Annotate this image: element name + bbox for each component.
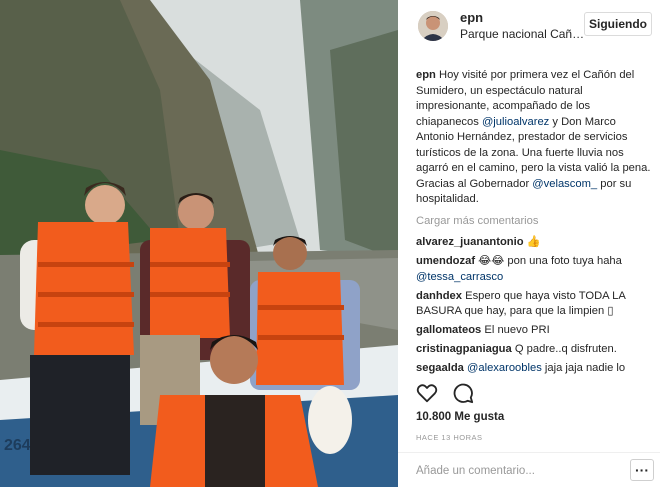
post-photo[interactable]: 264 bbox=[0, 0, 398, 487]
post-header: epn Parque nacional Cañón del Sumidero S… bbox=[398, 0, 660, 52]
caption-mention[interactable]: @julioalvarez bbox=[482, 116, 549, 128]
comment-text: Q padre..q disfruten. bbox=[511, 343, 617, 355]
comment-mention[interactable]: @alexaroobles bbox=[467, 362, 542, 374]
following-button[interactable]: Siguiendo bbox=[584, 12, 652, 36]
caption-username[interactable]: epn bbox=[416, 69, 436, 81]
post-side-panel: epn Parque nacional Cañón del Sumidero S… bbox=[398, 0, 660, 487]
comment: danhdex Espero que haya visto TODA LA BA… bbox=[416, 289, 656, 320]
instagram-post: 264 epn Parque nacional Cañón Siguiendo … bbox=[0, 0, 660, 487]
location-link[interactable]: Parque nacional Cañón del Sumidero bbox=[460, 26, 585, 43]
comment: umendozaf 😂😂 pon una foto tuya haha @tes… bbox=[416, 254, 656, 285]
svg-text:264: 264 bbox=[4, 437, 31, 454]
comment-text: 😂😂 pon una foto tuya haha bbox=[475, 255, 622, 267]
add-comment-bar: ··· bbox=[398, 452, 660, 487]
caption-mention[interactable]: @velascom_ bbox=[532, 178, 597, 190]
comment: gallomateos El nuevo PRI bbox=[416, 323, 656, 339]
comment-text: jaja jaja nadie lo bbox=[541, 362, 626, 374]
heart-icon[interactable] bbox=[416, 382, 438, 404]
comment: alvarez_juanantonio 👍 bbox=[416, 235, 656, 251]
comment: segaalda @alexaroobles jaja jaja nadie l… bbox=[416, 361, 656, 377]
comment-username[interactable]: segaalda bbox=[416, 362, 464, 374]
comment-username[interactable]: gallomateos bbox=[416, 324, 481, 336]
comment-icon[interactable] bbox=[452, 382, 474, 404]
more-options-button[interactable]: ··· bbox=[630, 459, 654, 481]
load-more-comments-link[interactable]: Cargar más comentarios bbox=[416, 214, 656, 230]
comment-username[interactable]: cristinagpaniagua bbox=[416, 343, 512, 355]
comment-username[interactable]: alvarez_juanantonio bbox=[416, 236, 524, 248]
avatar[interactable] bbox=[418, 11, 448, 41]
post-timestamp: HACE 13 HORAS bbox=[416, 433, 483, 442]
post-actions bbox=[416, 382, 488, 404]
comment-text: El nuevo PRI bbox=[481, 324, 550, 336]
add-comment-input[interactable] bbox=[416, 461, 606, 481]
comment: cristinagpaniagua Q padre..q disfruten. bbox=[416, 342, 656, 358]
likes-count[interactable]: 10.800 Me gusta bbox=[416, 411, 504, 423]
post-caption: epn Hoy visité por primera vez el Cañón … bbox=[416, 68, 656, 208]
comment-username[interactable]: umendozaf bbox=[416, 255, 475, 267]
comment-mention[interactable]: @tessa_carrasco bbox=[416, 271, 503, 283]
comment-username[interactable]: danhdex bbox=[416, 290, 462, 302]
username[interactable]: epn bbox=[460, 9, 585, 26]
comment-text: 👍 bbox=[523, 236, 541, 248]
comments-section: epn Hoy visité por primera vez el Cañón … bbox=[416, 68, 656, 380]
